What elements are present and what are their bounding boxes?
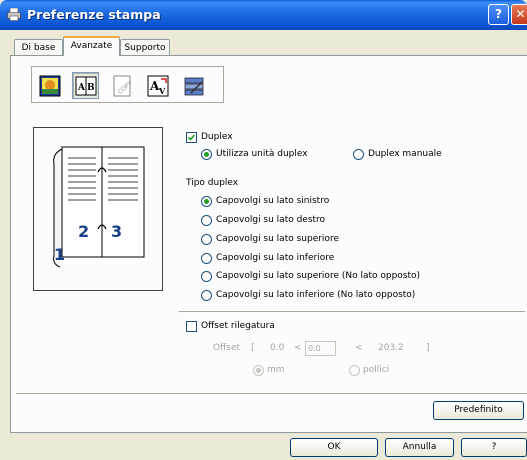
separator-highlight — [179, 312, 525, 313]
device-options-button[interactable] — [180, 72, 207, 99]
radio-dot — [204, 199, 209, 204]
ok-button[interactable]: OK — [290, 438, 378, 457]
booklet-preview-icon: 2 3 1 — [53, 146, 145, 268]
title-help-button[interactable]: ? — [488, 4, 509, 25]
radio-flip-bottom-no-opposite[interactable] — [201, 290, 212, 301]
print-quality-button[interactable] — [36, 72, 63, 99]
radio-use-duplex-unit[interactable] — [201, 149, 212, 160]
radio-dot — [256, 368, 261, 373]
radio-unit-mm[interactable] — [253, 365, 264, 376]
offset-less-than-2: < — [355, 343, 363, 353]
print-quality-icon — [39, 75, 61, 97]
tab-supporto[interactable]: Supporto — [120, 39, 170, 56]
binding-offset-checkbox[interactable] — [186, 321, 197, 332]
panel-separator-highlight — [16, 394, 527, 395]
radio-flip-top-no-opposite[interactable] — [201, 271, 212, 282]
page-setting-button[interactable]: A V — [144, 72, 171, 99]
page-setting-icon: A V — [147, 75, 169, 97]
checkmark-icon — [187, 134, 196, 141]
radio-flip-left-label: Capovolgi su lato sinistro — [216, 196, 330, 206]
watermark-icon: COPY — [113, 75, 133, 97]
duplex-checkbox[interactable] — [186, 132, 197, 143]
radio-unit-inches[interactable] — [349, 365, 360, 376]
preview-page-1: 1 — [54, 245, 65, 264]
offset-min: 0.0 — [270, 343, 285, 353]
duplex-icon: A B — [75, 76, 97, 96]
tab-avanzate[interactable]: Avanzate — [63, 36, 120, 56]
device-options-icon — [184, 77, 204, 96]
radio-unit-mm-label: mm — [267, 365, 285, 375]
radio-manual-duplex-label: Duplex manuale — [368, 149, 442, 159]
svg-text:B: B — [87, 83, 95, 93]
default-button[interactable]: Predefinito — [433, 401, 524, 420]
title-close-button[interactable]: ✕ — [511, 4, 527, 25]
radio-flip-bottom[interactable] — [201, 253, 212, 264]
feature-icon-bar: A B COPY A V — [31, 66, 224, 103]
cancel-button[interactable]: Annulla — [385, 438, 454, 457]
radio-flip-right-label: Capovolgi su lato destro — [216, 215, 326, 225]
offset-bracket-close: ] — [426, 343, 430, 353]
print-preferences-dialog: Preferenze stampa ? ✕ Di base Avanzate S… — [0, 0, 527, 460]
title-bar[interactable]: Preferenze stampa ? ✕ — [0, 0, 527, 30]
radio-flip-top[interactable] — [201, 234, 212, 245]
radio-flip-right[interactable] — [201, 215, 212, 226]
radio-flip-top-no-opposite-label: Capovolgi su lato superiore (No lato opp… — [216, 271, 421, 281]
duplex-label: Duplex — [201, 132, 233, 142]
radio-use-duplex-unit-label: Utilizza unità duplex — [216, 149, 308, 159]
offset-label: Offset — [213, 343, 241, 353]
radio-flip-left[interactable] — [201, 196, 212, 207]
tab-di-base[interactable]: Di base — [14, 39, 63, 56]
window-title: Preferenze stampa — [27, 7, 161, 22]
duplex-preview: 2 3 1 — [33, 127, 163, 291]
radio-flip-top-label: Capovolgi su lato superiore — [216, 234, 339, 244]
offset-max: 203.2 — [378, 343, 404, 353]
duplex-button[interactable]: A B — [72, 72, 99, 99]
binding-offset-label: Offset rilegatura — [201, 321, 275, 331]
radio-manual-duplex[interactable] — [353, 149, 364, 160]
preview-page-3: 3 — [111, 222, 122, 241]
radio-dot — [204, 152, 209, 157]
offset-bracket-open: [ — [251, 343, 255, 353]
printer-icon — [7, 7, 21, 21]
duplex-type-title: Tipo duplex — [186, 178, 239, 188]
offset-value-input[interactable]: 0.0 — [305, 341, 336, 356]
svg-text:A: A — [77, 83, 86, 93]
preview-page-2: 2 — [78, 222, 89, 241]
svg-text:V: V — [158, 86, 166, 96]
radio-unit-inches-label: pollici — [363, 365, 390, 375]
radio-flip-bottom-no-opposite-label: Capovolgi su lato inferiore (No lato opp… — [216, 290, 416, 300]
offset-less-than-1: < — [294, 343, 302, 353]
help-button[interactable]: ? — [461, 438, 527, 457]
radio-flip-bottom-label: Capovolgi su lato inferiore — [216, 253, 335, 263]
watermark-button[interactable]: COPY — [108, 72, 135, 99]
